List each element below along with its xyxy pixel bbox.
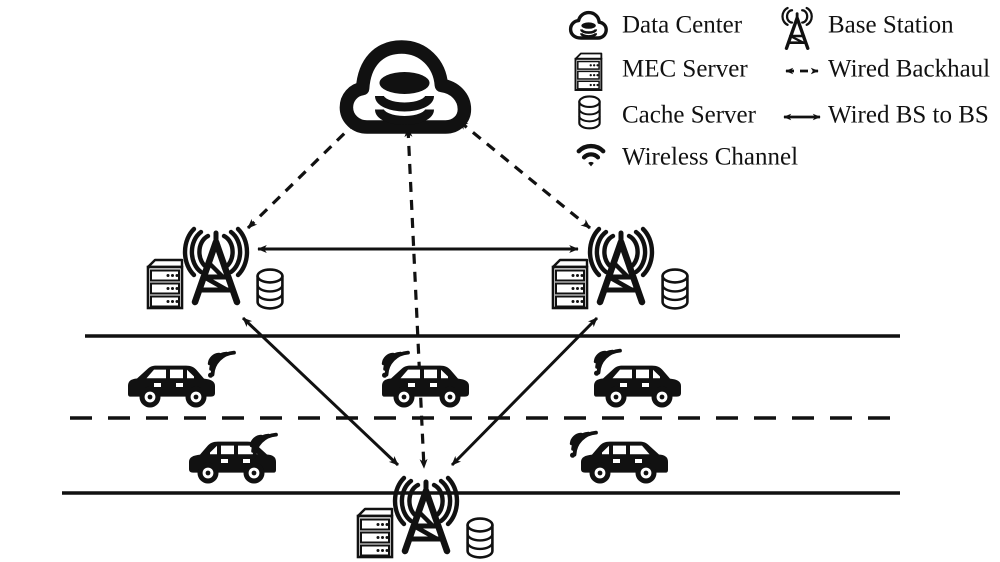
base-station-tower-icon	[395, 478, 457, 551]
diagram-canvas: Data Center MEC Server Cache Server Wire…	[0, 0, 1000, 562]
legend-label-wireless-channel: Wireless Channel	[622, 144, 798, 171]
vehicle-icon	[189, 441, 276, 484]
node-bs-left[interactable]	[146, 229, 284, 310]
legend-entry-mec-server: MEC Server	[574, 52, 748, 91]
legend-entry-cache-server: Cache Server	[578, 95, 757, 130]
vehicle-icon	[382, 365, 469, 408]
legend-entry-wired-backhaul: Wired Backhaul	[785, 56, 990, 83]
network-architecture-diagram: Data Center MEC Server Cache Server Wire…	[62, 6, 990, 559]
link-bs-left-bottom	[241, 316, 400, 467]
link-dc-bs-left	[246, 119, 359, 230]
legend-label-cache-server: Cache Server	[622, 102, 757, 129]
legend-label-data-center: Data Center	[622, 12, 743, 39]
cache-server-cylinder-icon	[256, 268, 284, 310]
mec-server-rack-icon	[551, 258, 589, 310]
vehicle-lower-2[interactable]	[568, 430, 668, 484]
wifi-signal-icon	[576, 143, 606, 167]
cache-server-cylinder-icon	[578, 95, 601, 130]
wifi-signal-icon	[568, 430, 598, 460]
link-dc-bs-right	[457, 119, 592, 230]
legend-label-base-station: Base Station	[828, 12, 954, 39]
node-data-center[interactable]	[339, 40, 472, 134]
vehicle-upper-3[interactable]	[592, 348, 681, 408]
legend-label-wired-bs-to-bs: Wired BS to BS	[828, 102, 989, 129]
vehicle-icon	[594, 365, 681, 408]
vehicle-icon	[581, 441, 668, 484]
legend-entry-wired-bs-to-bs: Wired BS to BS	[783, 102, 989, 129]
vehicle-lower-1[interactable]	[189, 432, 278, 484]
legend: Data Center MEC Server Cache Server Wire…	[568, 6, 990, 171]
mec-server-rack-icon	[356, 507, 394, 559]
legend-entry-wireless-channel: Wireless Channel	[576, 143, 798, 171]
road	[62, 334, 905, 495]
cloud-database-icon	[568, 10, 608, 40]
node-bs-right[interactable]	[551, 229, 689, 310]
base-station-tower-icon	[185, 229, 247, 302]
legend-label-mec-server: MEC Server	[622, 56, 748, 83]
vehicle-icon	[128, 365, 215, 408]
base-station-tower-icon	[781, 6, 813, 51]
links	[241, 119, 599, 469]
mec-server-rack-icon	[574, 52, 603, 91]
vehicle-upper-1[interactable]	[128, 350, 236, 408]
wifi-signal-icon	[206, 350, 236, 380]
cache-server-cylinder-icon	[661, 268, 689, 310]
cache-server-cylinder-icon	[466, 517, 494, 559]
legend-label-wired-backhaul: Wired Backhaul	[828, 56, 990, 83]
vehicle-upper-2[interactable]	[380, 350, 469, 408]
mec-server-rack-icon	[146, 258, 184, 310]
cloud-database-icon	[339, 40, 472, 134]
legend-entry-base-station: Base Station	[781, 6, 954, 51]
base-station-tower-icon	[590, 229, 652, 302]
node-bs-bottom[interactable]	[356, 478, 494, 559]
legend-entry-data-center: Data Center	[568, 10, 743, 40]
